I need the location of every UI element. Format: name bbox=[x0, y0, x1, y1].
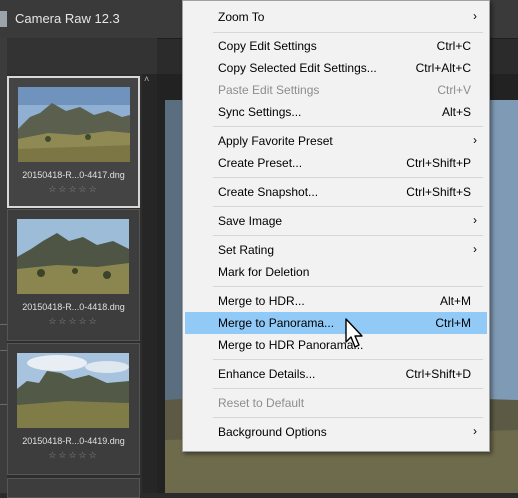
menu-item-zoom-to[interactable]: Zoom To › bbox=[185, 6, 487, 28]
menu-separator bbox=[213, 235, 483, 236]
menu-item-shortcut: Ctrl+Shift+P bbox=[406, 156, 471, 170]
menu-item-label: Save Image bbox=[218, 214, 283, 228]
menu-item-paste-edit-settings: Paste Edit Settings Ctrl+V bbox=[185, 79, 487, 101]
thumbnail-image bbox=[17, 353, 129, 428]
panel-divider bbox=[0, 350, 7, 351]
menu-item-create-preset[interactable]: Create Preset... Ctrl+Shift+P bbox=[185, 152, 487, 174]
menu-item-label: Copy Edit Settings bbox=[218, 39, 317, 53]
thumbnail-filename: 20150418-R...0-4417.dng bbox=[22, 170, 125, 180]
menu-item-label: Merge to Panorama... bbox=[218, 316, 335, 330]
menu-separator bbox=[213, 286, 483, 287]
menu-item-save-image[interactable]: Save Image › bbox=[185, 210, 487, 232]
menu-item-shortcut: Ctrl+Alt+C bbox=[415, 61, 471, 75]
menu-item-shortcut: Alt+S bbox=[441, 105, 471, 119]
menu-item-merge-to-hdr-panorama[interactable]: Merge to HDR Panorama... bbox=[185, 334, 487, 356]
filmstrip-thumbnail[interactable] bbox=[7, 478, 140, 498]
menu-item-shortcut: Ctrl+Shift+D bbox=[405, 367, 471, 381]
submenu-arrow-icon: › bbox=[473, 424, 477, 438]
menu-item-copy-edit-settings[interactable]: Copy Edit Settings Ctrl+C bbox=[185, 35, 487, 57]
filmstrip-thumbnail[interactable]: 20150418-R...0-4417.dng ☆☆☆☆☆ bbox=[7, 76, 140, 208]
scroll-up-icon[interactable]: ˄ bbox=[144, 74, 149, 84]
rating-stars[interactable]: ☆☆☆☆☆ bbox=[9, 184, 138, 195]
rating-stars[interactable]: ☆☆☆☆☆ bbox=[8, 316, 139, 327]
menu-separator bbox=[213, 206, 483, 207]
menu-item-shortcut: Ctrl+V bbox=[437, 83, 471, 97]
rating-stars[interactable]: ☆☆☆☆☆ bbox=[8, 450, 139, 461]
menu-separator bbox=[213, 177, 483, 178]
thumbnail-filename: 20150418-R...0-4419.dng bbox=[22, 436, 125, 446]
menu-item-reset-to-default: Reset to Default bbox=[185, 392, 487, 414]
menu-item-label: Merge to HDR Panorama... bbox=[218, 338, 364, 352]
menu-item-label: Set Rating bbox=[218, 243, 275, 257]
menu-item-label: Reset to Default bbox=[218, 396, 305, 410]
menu-separator bbox=[213, 359, 483, 360]
menu-item-label: Apply Favorite Preset bbox=[218, 134, 333, 148]
context-menu: Zoom To › Copy Edit Settings Ctrl+C Copy… bbox=[182, 0, 490, 452]
menu-item-label: Create Snapshot... bbox=[218, 185, 319, 199]
menu-item-label: Sync Settings... bbox=[218, 105, 302, 119]
submenu-arrow-icon: › bbox=[473, 213, 477, 227]
menu-item-mark-for-deletion[interactable]: Mark for Deletion bbox=[185, 261, 487, 283]
filmstrip-toolbar bbox=[7, 38, 157, 74]
menu-separator bbox=[213, 32, 483, 33]
menu-item-merge-to-panorama[interactable]: Merge to Panorama... Ctrl+M bbox=[185, 312, 487, 334]
menu-item-create-snapshot[interactable]: Create Snapshot... Ctrl+Shift+S bbox=[185, 181, 487, 203]
menu-item-enhance-details[interactable]: Enhance Details... Ctrl+Shift+D bbox=[185, 363, 487, 385]
menu-separator bbox=[213, 388, 483, 389]
filmstrip-thumbnail[interactable]: 20150418-R...0-4418.dng ☆☆☆☆☆ bbox=[7, 209, 140, 341]
menu-item-set-rating[interactable]: Set Rating › bbox=[185, 239, 487, 261]
menu-item-merge-to-hdr[interactable]: Merge to HDR... Alt+M bbox=[185, 290, 487, 312]
menu-item-label: Create Preset... bbox=[218, 156, 303, 170]
menu-item-label: Background Options bbox=[218, 425, 327, 439]
menu-item-sync-settings[interactable]: Sync Settings... Alt+S bbox=[185, 101, 487, 123]
thumbnail-filename: 20150418-R...0-4418.dng bbox=[22, 302, 125, 312]
menu-item-shortcut: Ctrl+Shift+S bbox=[406, 185, 471, 199]
submenu-arrow-icon: › bbox=[473, 133, 477, 147]
panel-divider bbox=[0, 404, 7, 405]
menu-item-copy-selected-edit-settings[interactable]: Copy Selected Edit Settings... Ctrl+Alt+… bbox=[185, 57, 487, 79]
thumbnail-image bbox=[17, 219, 129, 294]
submenu-arrow-icon: › bbox=[473, 242, 477, 256]
menu-item-shortcut: Alt+M bbox=[439, 294, 471, 308]
window-title: Camera Raw 12.3 bbox=[15, 11, 120, 26]
mouse-cursor-icon bbox=[345, 318, 363, 348]
submenu-arrow-icon: › bbox=[473, 9, 477, 23]
menu-item-label: Enhance Details... bbox=[218, 367, 316, 381]
filmstrip-scrollbar[interactable] bbox=[142, 74, 157, 493]
menu-item-label: Mark for Deletion bbox=[218, 265, 310, 279]
menu-separator bbox=[213, 126, 483, 127]
app-icon bbox=[0, 11, 7, 27]
menu-item-label: Merge to HDR... bbox=[218, 294, 305, 308]
filmstrip-thumbnail[interactable]: 20150418-R...0-4419.dng ☆☆☆☆☆ bbox=[7, 343, 140, 475]
menu-item-label: Copy Selected Edit Settings... bbox=[218, 61, 377, 75]
menu-item-background-options[interactable]: Background Options › bbox=[185, 421, 487, 443]
menu-item-apply-favorite-preset[interactable]: Apply Favorite Preset › bbox=[185, 130, 487, 152]
menu-item-shortcut: Ctrl+C bbox=[436, 39, 471, 53]
menu-item-label: Paste Edit Settings bbox=[218, 83, 320, 97]
menu-item-shortcut: Ctrl+M bbox=[435, 316, 471, 330]
menu-separator bbox=[213, 417, 483, 418]
menu-item-label: Zoom To bbox=[218, 10, 265, 24]
panel-divider bbox=[0, 324, 7, 325]
thumbnail-image bbox=[18, 87, 130, 162]
